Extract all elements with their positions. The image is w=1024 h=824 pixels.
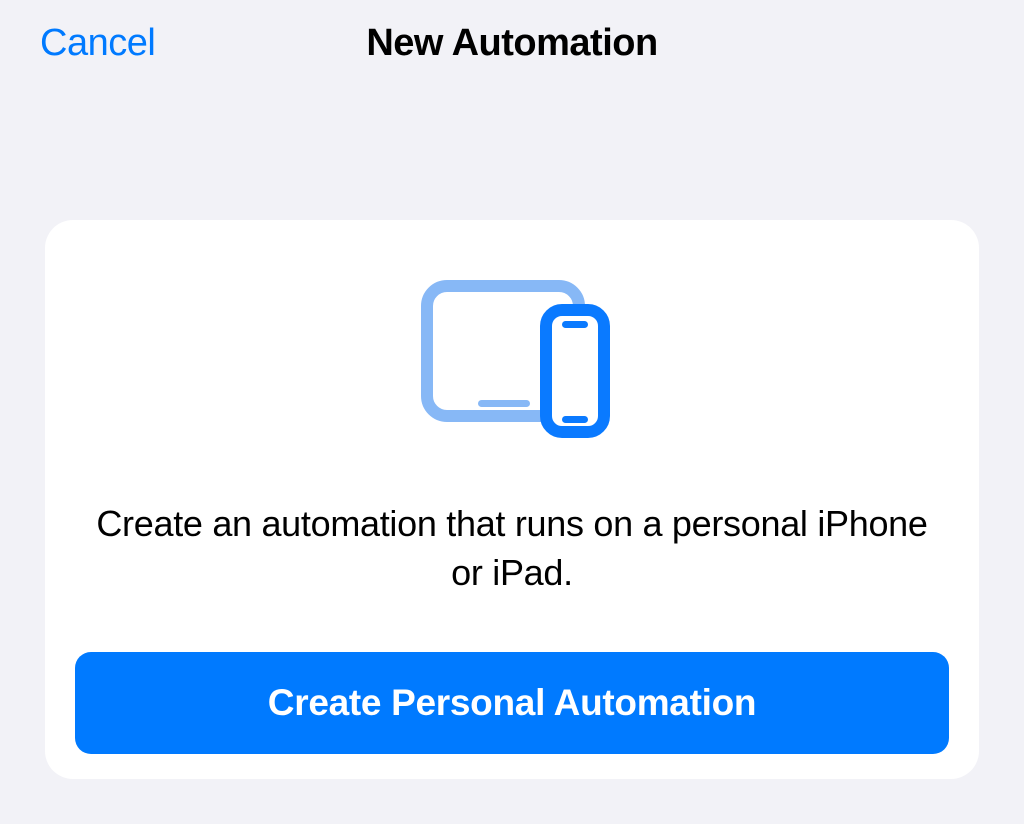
devices-icon bbox=[412, 280, 612, 445]
personal-automation-card: Create an automation that runs on a pers… bbox=[45, 220, 979, 779]
create-personal-automation-button[interactable]: Create Personal Automation bbox=[75, 652, 949, 754]
header: Cancel New Automation bbox=[0, 0, 1024, 80]
card-description: Create an automation that runs on a pers… bbox=[75, 500, 949, 597]
cancel-button[interactable]: Cancel bbox=[40, 22, 155, 65]
